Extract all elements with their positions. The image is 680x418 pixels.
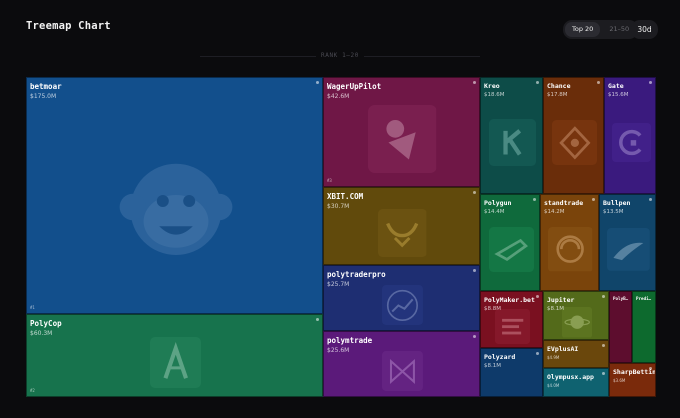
tile-value: $25.7M: [327, 280, 350, 288]
tile-name: Chance: [547, 82, 571, 90]
tile-value: $13.5M: [603, 208, 624, 215]
arrow-a-icon: [149, 336, 202, 389]
tile-name: betmoar: [30, 82, 62, 91]
chart-title: Treemap Chart: [26, 20, 111, 32]
tile-rank: #1: [30, 305, 35, 310]
treemap-tile-13[interactable]: PolyMaker.bet $8.8M: [480, 291, 543, 348]
tile-value: $8.1M: [547, 305, 564, 312]
wing-icon: [607, 228, 650, 271]
tile-indicator-dot: [473, 335, 476, 338]
tile-name: polymtrade: [327, 336, 373, 345]
tile-indicator-dot: [602, 372, 605, 375]
planet-icon: [561, 307, 593, 338]
tile-value: $18.6M: [484, 91, 505, 98]
gun-icon: [488, 227, 534, 272]
tile-value: $4.0M: [547, 382, 560, 388]
treemap-tile-6[interactable]: polymtrade $25.6M: [323, 331, 480, 397]
treemap-tile-15[interactable]: Polyzard $8.1M: [480, 348, 543, 397]
tile-value: $14.4M: [484, 208, 505, 215]
tile-value: $15.6M: [608, 91, 629, 98]
tile-name: Bullpen: [603, 199, 631, 207]
tile-name: Jupiter: [547, 296, 575, 304]
tile-indicator-dot: [649, 367, 652, 370]
tile-name: EVplusAI: [547, 345, 579, 353]
tile-value: $17.8M: [547, 91, 568, 98]
treemap-tile-12[interactable]: Bullpen $13.5M: [599, 194, 656, 291]
treemap-tile-2[interactable]: PolyCop $60.3M #2: [26, 314, 323, 397]
tile-rank: #2: [30, 388, 35, 393]
monkey-icon: [116, 147, 236, 267]
treemap-tile-8[interactable]: Chance $17.8M: [543, 77, 604, 194]
tile-name: WagerUpPilot: [327, 82, 382, 91]
k-icon: [488, 118, 537, 167]
chance-icon: [551, 119, 598, 166]
pilot-icon: [368, 104, 437, 174]
tile-name: polytraderpro: [327, 270, 386, 279]
tile-name: Predi…: [636, 296, 652, 301]
lines-icon: [494, 308, 531, 345]
treemap: betmoar $175.0M #1 PolyCop $60.3M #2 WagerUpPi…: [26, 77, 656, 397]
tile-name: standtrade: [544, 199, 584, 207]
tile-value: $4.9M: [547, 354, 560, 360]
tile-indicator-dot: [473, 81, 476, 84]
range-option-top-20[interactable]: Top 20: [565, 22, 601, 37]
treemap-tile-14[interactable]: Jupiter $8.1M: [543, 291, 609, 340]
period-selector[interactable]: 30d: [631, 20, 658, 39]
tile-indicator-dot: [592, 198, 595, 201]
tile-value: $30.7M: [327, 202, 350, 210]
treemap-tile-7[interactable]: Kreo $18.6M: [480, 77, 543, 194]
tile-value: $3.6M: [613, 377, 626, 383]
treemap-tile-17[interactable]: Predi…: [632, 291, 656, 363]
divider-right: [364, 56, 480, 57]
bull-icon: [378, 208, 427, 258]
treemap-tile-3[interactable]: WagerUpPilot $42.6M #3: [323, 77, 480, 187]
treemap-tile-18[interactable]: EVplusAI $4.9M: [543, 340, 609, 368]
swirl-icon: [548, 227, 593, 272]
tile-value: $14.2M: [544, 208, 565, 215]
treemap-tile-10[interactable]: Polygun $14.4M: [480, 194, 540, 291]
tile-name: XBIT.COM: [327, 192, 364, 201]
tile-value: $8.8M: [484, 305, 501, 312]
treemap-tile-19[interactable]: Olympusx.app $4.0M: [543, 368, 609, 397]
treemap-tile-5[interactable]: polytraderpro $25.7M: [323, 265, 480, 331]
tile-indicator-dot: [316, 81, 319, 84]
tile-value: $42.6M: [327, 92, 350, 100]
tile-value: $25.6M: [327, 346, 350, 354]
rank-range-toggle[interactable]: Top 20 21–50: [563, 20, 639, 39]
tile-indicator-dot: [473, 269, 476, 272]
tile-name: Gate: [608, 82, 624, 90]
treemap-tile-16[interactable]: PolyB…: [609, 291, 632, 363]
bowtie-icon: [382, 350, 423, 392]
tile-indicator-dot: [473, 191, 476, 194]
tile-indicator-dot: [533, 198, 536, 201]
tile-rank: #3: [327, 178, 332, 183]
tile-name: PolyCop: [30, 319, 62, 328]
treemap-tile-4[interactable]: XBIT.COM $30.7M: [323, 187, 480, 265]
treemap-tile-1[interactable]: betmoar $175.0M #1: [26, 77, 323, 314]
tile-indicator-dot: [597, 81, 600, 84]
tile-indicator-dot: [649, 81, 652, 84]
tile-value: $60.3M: [30, 329, 53, 337]
tile-name: Polyzard: [484, 353, 516, 361]
tile-name: PolyMaker.bet: [484, 296, 535, 304]
treemap-tile-9[interactable]: Gate $15.6M: [604, 77, 656, 194]
tile-indicator-dot: [536, 81, 539, 84]
tile-indicator-dot: [602, 295, 605, 298]
tile-name: Kreo: [484, 82, 500, 90]
tile-indicator-dot: [536, 295, 539, 298]
tile-name: Polygun: [484, 199, 512, 207]
treemap-tile-11[interactable]: standtrade $14.2M: [540, 194, 599, 291]
tile-indicator-dot: [649, 198, 652, 201]
tile-value: $175.0M: [30, 92, 57, 100]
rank-range-label: RANK 1–20: [321, 52, 359, 59]
tile-indicator-dot: [602, 344, 605, 347]
tile-name: Olympusx.app: [547, 373, 594, 381]
tile-name: PolyB…: [613, 296, 629, 301]
gate-icon: [611, 123, 651, 162]
chart-icon: [382, 284, 423, 326]
tile-indicator-dot: [536, 352, 539, 355]
treemap-tile-20[interactable]: SharpBetting.c…$3.6M: [609, 363, 656, 397]
tile-indicator-dot: [316, 318, 319, 321]
tile-value: $8.1M: [484, 362, 501, 369]
